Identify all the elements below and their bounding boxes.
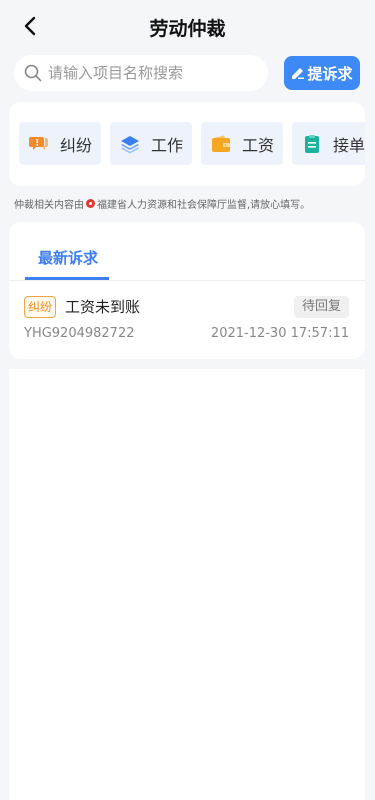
wallet-icon xyxy=(211,134,231,154)
category-label: 纠纷 xyxy=(60,135,93,155)
category-tag: 纠纷 xyxy=(24,296,57,318)
complaint-list-card: 最新诉求 纠纷 工资未到账 待回复 YHG9204982722 2021-12-… xyxy=(9,222,365,359)
authority-logo-icon xyxy=(86,199,95,208)
category-dispute[interactable]: 纠纷 xyxy=(19,122,101,165)
notice-prefix: 仲裁相关内容由 xyxy=(14,200,84,211)
supervision-notice: 仲裁相关内容由 福建省人力资源和社会保障厅监督,请放心填写。 xyxy=(14,196,310,211)
edit-icon xyxy=(292,68,305,79)
search-row: 提诉求 xyxy=(14,55,360,91)
search-icon xyxy=(24,64,42,82)
status-badge: 待回复 xyxy=(293,296,349,318)
category-label: 工作 xyxy=(151,135,184,155)
complaint-title: 工资未到账 xyxy=(65,298,141,316)
category-label: 接单 xyxy=(333,135,365,155)
category-card: 纠纷 工作 工资 接单 xyxy=(9,102,365,186)
category-label: 工资 xyxy=(242,135,275,155)
chat-bubbles-icon xyxy=(29,134,49,154)
layers-icon xyxy=(120,134,140,154)
search-input[interactable] xyxy=(48,64,258,82)
tab-latest-label: 最新诉求 xyxy=(38,249,99,267)
tab-latest[interactable]: 最新诉求 xyxy=(25,222,109,280)
submit-complaint-button[interactable]: 提诉求 xyxy=(284,56,360,90)
case-id: YHG9204982722 xyxy=(24,326,135,341)
empty-content-area xyxy=(9,369,365,800)
category-work[interactable]: 工作 xyxy=(110,122,192,165)
submit-complaint-label: 提诉求 xyxy=(307,64,353,83)
clipboard-icon xyxy=(302,134,322,154)
header-bar: 劳动仲裁 xyxy=(0,0,375,54)
search-box[interactable] xyxy=(14,55,268,91)
category-salary[interactable]: 工资 xyxy=(201,122,283,165)
page-title: 劳动仲裁 xyxy=(149,18,226,40)
case-timestamp: 2021-12-30 17:57:11 xyxy=(210,326,349,341)
category-order[interactable]: 接单 xyxy=(292,122,365,165)
notice-suffix: 福建省人力资源和社会保障厅监督,请放心填写。 xyxy=(97,200,311,211)
list-item[interactable]: 纠纷 工资未到账 待回复 YHG9204982722 2021-12-30 17… xyxy=(9,281,365,359)
